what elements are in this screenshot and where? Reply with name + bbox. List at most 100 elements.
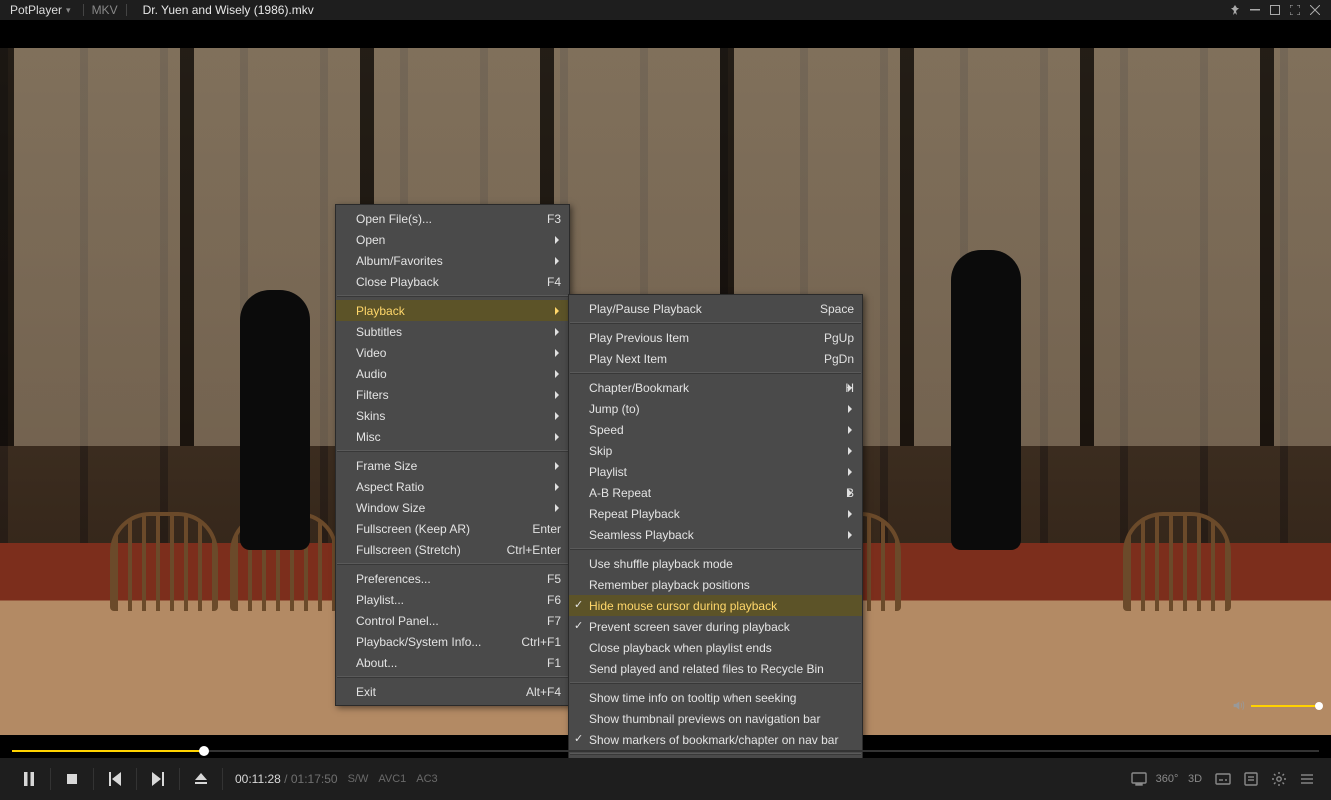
stop-button[interactable]: [53, 758, 91, 800]
menu-item[interactable]: Use shuffle playback mode: [569, 553, 862, 574]
menu-item[interactable]: Playback: [336, 300, 569, 321]
subtitle-button[interactable]: [1209, 758, 1237, 800]
menu-item-label: Video: [356, 346, 561, 360]
menu-item[interactable]: Open File(s)...F3: [336, 208, 569, 229]
menu-item[interactable]: Show thumbnail previews on navigation ba…: [569, 708, 862, 729]
menu-item[interactable]: Play/Pause PlaybackSpace: [569, 298, 862, 319]
menu-item-label: Filters: [356, 388, 561, 402]
menu-item[interactable]: Fullscreen (Keep AR)Enter: [336, 518, 569, 539]
menu-item[interactable]: About...F1: [336, 652, 569, 673]
divider: [126, 4, 127, 16]
menu-item[interactable]: Prevent screen saver during playback: [569, 616, 862, 637]
menu-item-label: Remember playback positions: [589, 578, 854, 592]
menu-item[interactable]: Send played and related files to Recycle…: [569, 658, 862, 679]
app-menu-button[interactable]: PotPlayer ▾: [6, 3, 75, 17]
menu-item-label: Chapter/Bookmark: [589, 381, 821, 395]
menu-item-label: Subtitles: [356, 325, 561, 339]
menu-item-label: Show time info on tooltip when seeking: [589, 691, 854, 705]
menu-item[interactable]: Filters: [336, 384, 569, 405]
menu-item-shortcut: Space: [820, 302, 854, 316]
menu-item[interactable]: Seamless Playback: [569, 524, 862, 545]
speaker-icon: [1232, 699, 1245, 712]
menu-item[interactable]: Video: [336, 342, 569, 363]
menu-item[interactable]: Hide mouse cursor during playback: [569, 595, 862, 616]
menu-divider: [337, 450, 568, 452]
menu-item[interactable]: Close Playback F4: [336, 271, 569, 292]
duration: 01:17:50: [291, 772, 338, 786]
volume-track[interactable]: [1251, 705, 1319, 707]
menu-item-label: Repeat Playback: [589, 507, 854, 521]
menu-item[interactable]: Album/Favorites: [336, 250, 569, 271]
close-button[interactable]: [1305, 0, 1325, 20]
menu-item[interactable]: Aspect Ratio: [336, 476, 569, 497]
menu-item[interactable]: A-B RepeatB: [569, 482, 862, 503]
menu-item[interactable]: Remember playback positions: [569, 574, 862, 595]
menu-item-label: Preferences...: [356, 572, 523, 586]
volume-knob[interactable]: [1315, 702, 1323, 710]
playlist-button[interactable]: [1237, 758, 1265, 800]
menu-item[interactable]: Preferences...F5: [336, 568, 569, 589]
menu-item-label: Use shuffle playback mode: [589, 557, 854, 571]
settings-button[interactable]: [1265, 758, 1293, 800]
previous-button[interactable]: [96, 758, 134, 800]
menu-item[interactable]: Close playback when playlist ends: [569, 637, 862, 658]
maximize-button[interactable]: [1265, 0, 1285, 20]
menu-item-shortcut: F4: [547, 275, 561, 289]
3d-button[interactable]: 3D: [1181, 758, 1209, 800]
menu-item-shortcut: F3: [547, 212, 561, 226]
menu-item[interactable]: Playlist...F6: [336, 589, 569, 610]
menu-item[interactable]: Frame Size: [336, 455, 569, 476]
volume-fill: [1251, 705, 1319, 707]
video-area[interactable]: Open File(s)...F3OpenAlbum/FavoritesClos…: [0, 20, 1331, 758]
menu-item[interactable]: Play Previous ItemPgUp: [569, 327, 862, 348]
menu-item[interactable]: Misc: [336, 426, 569, 447]
menu-item-label: Speed: [589, 423, 854, 437]
menu-divider: [337, 295, 568, 297]
next-button[interactable]: [139, 758, 177, 800]
screen-cast-button[interactable]: [1125, 758, 1153, 800]
seek-bar[interactable]: [0, 744, 1331, 758]
menu-item[interactable]: Playback/System Info...Ctrl+F1: [336, 631, 569, 652]
menu-item[interactable]: Control Panel...F7: [336, 610, 569, 631]
menu-item-label: Playback: [356, 304, 561, 318]
menu-button[interactable]: [1293, 758, 1321, 800]
menu-item[interactable]: Show time info on tooltip when seeking: [569, 687, 862, 708]
menu-item-label: Playlist...: [356, 593, 523, 607]
menu-item[interactable]: Window Size: [336, 497, 569, 518]
seek-knob[interactable]: [199, 746, 209, 756]
menu-item-shortcut: H: [845, 381, 854, 395]
chevron-down-icon: ▾: [66, 5, 71, 16]
seek-fill: [12, 750, 204, 752]
menu-item[interactable]: Jump (to): [569, 398, 862, 419]
menu-item[interactable]: Chapter/Bookmark H: [569, 377, 862, 398]
menu-item-label: Fullscreen (Stretch): [356, 543, 483, 557]
volume-control[interactable]: [1232, 699, 1319, 712]
vr-button[interactable]: 360°: [1153, 758, 1181, 800]
eject-button[interactable]: [182, 758, 220, 800]
menu-item[interactable]: Open: [336, 229, 569, 250]
minimize-button[interactable]: [1245, 0, 1265, 20]
menu-item[interactable]: Audio: [336, 363, 569, 384]
renderer-badge[interactable]: S/W: [348, 773, 369, 785]
menu-divider: [337, 676, 568, 678]
menu-item-label: Skins: [356, 409, 561, 423]
menu-divider: [570, 548, 861, 550]
fullscreen-button[interactable]: [1285, 0, 1305, 20]
video-codec-badge[interactable]: AVC1: [378, 773, 406, 785]
titlebar: PotPlayer ▾ MKV Dr. Yuen and Wisely (198…: [0, 0, 1331, 20]
menu-item[interactable]: ExitAlt+F4: [336, 681, 569, 702]
menu-item[interactable]: Playlist: [569, 461, 862, 482]
menu-item[interactable]: Fullscreen (Stretch)Ctrl+Enter: [336, 539, 569, 560]
menu-item[interactable]: Subtitles: [336, 321, 569, 342]
menu-item[interactable]: Skins: [336, 405, 569, 426]
menu-item[interactable]: Skip: [569, 440, 862, 461]
menu-item-label: Close Playback: [356, 275, 523, 289]
pin-button[interactable]: [1225, 0, 1245, 20]
menu-item-shortcut: F1: [547, 656, 561, 670]
menu-item[interactable]: Play Next ItemPgDn: [569, 348, 862, 369]
menu-item[interactable]: Speed: [569, 419, 862, 440]
format-badge: MKV: [92, 3, 118, 17]
audio-codec-badge[interactable]: AC3: [416, 773, 437, 785]
pause-button[interactable]: [10, 758, 48, 800]
menu-item[interactable]: Repeat Playback: [569, 503, 862, 524]
